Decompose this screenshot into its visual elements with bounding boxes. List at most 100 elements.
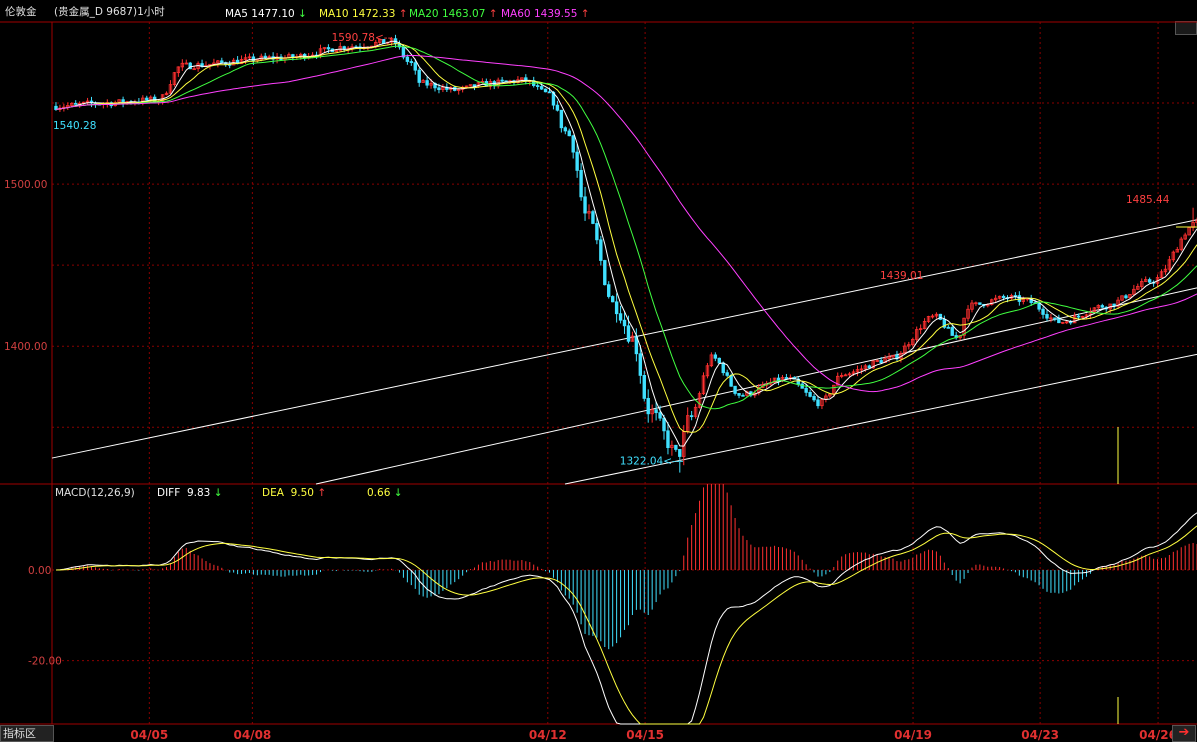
trend-line bbox=[315, 287, 1197, 485]
macd-hist-legend: 0.66 ↓ bbox=[367, 487, 403, 499]
ma20-line bbox=[55, 45, 1197, 410]
candle-body bbox=[599, 239, 603, 261]
candle-body bbox=[978, 302, 982, 305]
candle-body bbox=[646, 397, 650, 415]
macd-chart bbox=[55, 484, 1197, 725]
candle-body bbox=[622, 319, 627, 327]
candle-body bbox=[575, 151, 579, 171]
dea-value: 9.50 bbox=[290, 487, 314, 499]
candle-body bbox=[437, 87, 441, 91]
candle-body bbox=[946, 326, 950, 329]
candle-body bbox=[950, 327, 954, 336]
candle-body bbox=[1045, 314, 1049, 319]
price-chart bbox=[51, 34, 1197, 485]
candle-body bbox=[674, 444, 678, 450]
candle-body bbox=[263, 55, 267, 59]
candle-body bbox=[567, 130, 571, 137]
candle-body bbox=[800, 383, 804, 389]
candle-body bbox=[642, 375, 646, 399]
macd-down-icon: ↓ bbox=[393, 487, 403, 499]
trend-line bbox=[51, 219, 1197, 459]
candle-body bbox=[808, 391, 812, 397]
diff-label: DIFF bbox=[157, 487, 181, 499]
start-annotation: 1540.28 bbox=[53, 120, 96, 132]
candle-body bbox=[603, 260, 607, 286]
candle-body bbox=[867, 365, 872, 369]
text-layer: 1500.001400.000.00-20.0004/05 04/08 04/12 0… bbox=[4, 32, 1177, 742]
candle-body bbox=[1147, 279, 1152, 283]
candle-body bbox=[145, 97, 149, 101]
grid-layer bbox=[0, 21, 1197, 725]
candle-body bbox=[614, 301, 619, 315]
candle-body bbox=[737, 393, 741, 396]
candle-body bbox=[654, 409, 658, 414]
price-y-tick: 1400.00 bbox=[4, 341, 47, 353]
candle-body bbox=[571, 135, 575, 153]
dea-up-icon: ↑ bbox=[317, 487, 327, 499]
high-annotation: 1590.78<-- bbox=[332, 32, 392, 44]
macd-name: MACD(12,26,9) bbox=[55, 487, 135, 499]
candle-body bbox=[342, 46, 346, 50]
candle-body bbox=[658, 412, 662, 419]
candle-body bbox=[733, 385, 737, 394]
candle-body bbox=[326, 47, 331, 50]
candle-body bbox=[1001, 295, 1006, 299]
candle-body bbox=[543, 88, 548, 93]
candle-body bbox=[784, 377, 789, 379]
candle-body bbox=[607, 284, 611, 297]
candle-body bbox=[547, 91, 552, 94]
dea-label: DEA bbox=[262, 487, 284, 499]
candle-body bbox=[1124, 295, 1128, 299]
diff-line bbox=[55, 512, 1197, 725]
candle-body bbox=[413, 62, 417, 71]
candle-body bbox=[251, 56, 256, 62]
candle-body bbox=[1041, 308, 1045, 315]
last-high-annotation: 1485.44 bbox=[1126, 194, 1170, 206]
candle-body bbox=[535, 85, 540, 87]
diff-legend: DIFF 9.83 ↓ bbox=[157, 487, 223, 499]
candle-body bbox=[721, 362, 725, 374]
diff-value: 9.83 bbox=[186, 487, 211, 499]
candle-body bbox=[638, 353, 643, 376]
candle-body bbox=[425, 80, 429, 86]
candle-body bbox=[1076, 315, 1081, 318]
candle-body bbox=[220, 60, 224, 63]
candle-body bbox=[1053, 317, 1057, 320]
candle-body bbox=[595, 223, 599, 241]
candle-body bbox=[741, 394, 745, 397]
footer-bar: 指标区 ➔ bbox=[0, 724, 1197, 742]
swing-high-annotation: 1439.01 bbox=[880, 270, 923, 282]
candle-body bbox=[618, 313, 623, 321]
next-arrow-icon[interactable]: ➔ bbox=[1172, 725, 1196, 742]
ma5-line bbox=[55, 40, 1197, 447]
candle-body bbox=[725, 372, 729, 376]
candle-body bbox=[804, 387, 808, 393]
candle-body bbox=[591, 211, 595, 224]
ma10-line bbox=[55, 43, 1197, 433]
candle-body bbox=[1100, 305, 1104, 308]
candle-body bbox=[626, 325, 631, 342]
candle-body bbox=[583, 196, 587, 214]
candle-body bbox=[405, 56, 410, 62]
candle-body bbox=[579, 169, 583, 198]
macd-hist-value: 0.66 bbox=[367, 487, 391, 499]
candle-body bbox=[689, 415, 694, 418]
dea-legend: DEA 9.50 ↑ bbox=[262, 487, 326, 499]
candle-body bbox=[816, 399, 820, 407]
candle-body bbox=[729, 375, 733, 387]
candle-body bbox=[662, 417, 666, 432]
macd-y-tick: -20.00 bbox=[28, 656, 62, 668]
candle-body bbox=[717, 357, 721, 364]
candle-body bbox=[539, 86, 544, 90]
ma60-line bbox=[55, 55, 1197, 393]
chart-canvas: 1500.001400.000.00-20.0004/05 04/08 04/12 0… bbox=[0, 21, 1197, 742]
low-annotation: 1322.04<--- bbox=[620, 456, 684, 468]
candle-body bbox=[666, 430, 670, 449]
candle-body bbox=[563, 127, 568, 132]
macd-y-tick: 0.00 bbox=[28, 565, 51, 577]
candle-body bbox=[417, 69, 421, 83]
candle-body bbox=[559, 109, 564, 129]
indicator-area-tab[interactable]: 指标区 bbox=[0, 725, 54, 742]
candle-body bbox=[1037, 302, 1041, 310]
candle-body bbox=[938, 313, 943, 320]
